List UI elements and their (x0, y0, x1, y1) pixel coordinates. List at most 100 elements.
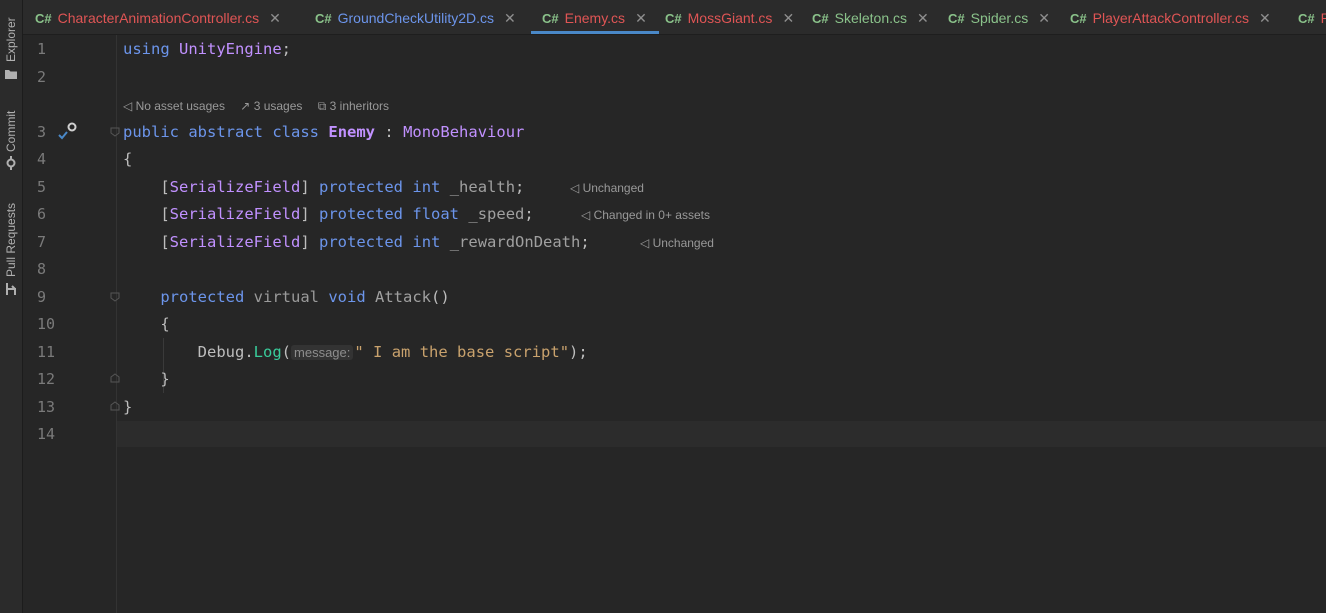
serialization-hint[interactable]: ◁ Unchanged (640, 236, 714, 250)
sidebar-item-label: Pull Requests (4, 202, 18, 277)
line-number: 7 (37, 233, 47, 251)
serialization-hint[interactable]: ◁ Unchanged (570, 181, 644, 195)
close-icon[interactable]: ✕ (782, 10, 794, 26)
sidebar-item-explorer[interactable]: Explorer (0, 0, 22, 85)
method-name: Attack (375, 288, 432, 306)
code-line-13: } (123, 398, 132, 416)
keyword: public (123, 123, 179, 141)
folder-icon (5, 70, 17, 79)
string-literal: " I am the base script" (354, 343, 570, 361)
namespace: UnityEngine (179, 40, 282, 58)
line-number: 12 (37, 370, 56, 388)
current-line-highlight (117, 421, 1326, 447)
serialization-hint[interactable]: ◁ Changed in 0+ assets (581, 208, 710, 222)
line-number: 14 (37, 425, 56, 443)
keyword: int (412, 178, 441, 196)
line-number: 4 (37, 150, 47, 168)
tab-spider[interactable]: C# Spider.cs ✕ (948, 0, 1050, 34)
close-icon[interactable]: ✕ (269, 10, 281, 26)
keyword: protected (319, 233, 404, 251)
close-icon[interactable]: ✕ (504, 10, 516, 26)
punctuation: ; (281, 40, 292, 58)
field-name: _health (449, 178, 516, 196)
close-icon[interactable]: ✕ (1259, 10, 1271, 26)
attribute-name: SerializeField (169, 178, 301, 196)
brace: { (160, 315, 170, 333)
asset-usages-hint[interactable]: ◁ No asset usages (123, 99, 225, 113)
code-line-4: { (123, 150, 132, 168)
brace: } (123, 398, 133, 416)
tab-ground-check-utility-2d[interactable]: C# GroundCheckUtility2D.cs ✕ (315, 0, 516, 34)
close-icon[interactable]: ✕ (917, 10, 929, 26)
line-number: 5 (37, 178, 47, 196)
punctuation: ] (300, 233, 310, 251)
punctuation: () (431, 288, 450, 306)
line-number: 3 (37, 123, 47, 141)
line-number: 13 (37, 398, 56, 416)
tab-label: GroundCheckUtility2D.cs (337, 10, 495, 26)
tab-skeleton[interactable]: C# Skeleton.cs ✕ (812, 0, 929, 34)
punctuation: ( (281, 343, 292, 361)
tab-character-animation-controller[interactable]: C# CharacterAnimationController.cs ✕ (35, 0, 281, 34)
tab-truncated[interactable]: C# P (1298, 0, 1326, 34)
field-name: _rewardOnDeath (449, 233, 581, 251)
punctuation: ] (300, 178, 310, 196)
tool-window-strip: Explorer Commit Pull Requests (0, 0, 23, 613)
line-number: 10 (37, 315, 56, 333)
tab-label: Skeleton.cs (834, 10, 907, 26)
code-line-10: { (123, 315, 170, 333)
attribute-name: SerializeField (169, 233, 301, 251)
keyword: class (272, 123, 320, 141)
attribute-name: SerializeField (169, 205, 301, 223)
line-number: 11 (37, 343, 56, 361)
asset-usages-label: No asset usages (135, 99, 225, 113)
commit-icon (6, 156, 16, 170)
field-name: _speed (468, 205, 525, 223)
close-icon[interactable]: ✕ (1038, 10, 1050, 26)
punctuation: ; (580, 233, 590, 251)
code-line-3: public abstract class Enemy : MonoBehavi… (123, 123, 524, 141)
tab-enemy[interactable]: C# Enemy.cs ✕ (531, 0, 659, 34)
serialization-hint-label: Unchanged (582, 181, 644, 195)
code-editor[interactable]: using UnityEngine; ◁ No asset usages ↗ 3… (117, 35, 1326, 613)
keyword: protected (160, 288, 245, 306)
tab-label: PlayerAttackController.cs (1092, 10, 1250, 26)
class-name: Enemy (328, 123, 376, 141)
close-icon[interactable]: ✕ (635, 10, 647, 26)
brace: } (160, 370, 170, 388)
sidebar-item-commit[interactable]: Commit (0, 100, 22, 175)
line-number: 8 (37, 260, 47, 278)
tab-moss-giant[interactable]: C# MossGiant.cs ✕ (665, 0, 794, 34)
brace: { (123, 150, 133, 168)
code-line-6: [SerializeField] protected float _speed; (123, 205, 533, 223)
line-number-gutter[interactable]: 1 2 3 4 5 6 7 8 9 10 11 12 13 14 (23, 35, 120, 613)
tab-label: MossGiant.cs (687, 10, 773, 26)
code-line-9: protected virtual void Attack() (123, 288, 450, 306)
code-line-11: Debug.Log(message: " I am the base script… (123, 343, 588, 361)
implemented-marker-icon[interactable] (57, 121, 81, 141)
keyword: protected (319, 205, 404, 223)
keyword: virtual (253, 288, 319, 306)
line-number: 1 (37, 40, 47, 58)
punctuation: [ (160, 205, 170, 223)
pull-request-icon (6, 283, 16, 295)
usages-hint[interactable]: ↗ 3 usages (240, 99, 302, 113)
keyword: protected (319, 178, 404, 196)
line-number: 2 (37, 68, 47, 86)
class-reference: Debug (197, 343, 245, 361)
serialization-hint-label: Unchanged (652, 236, 714, 250)
tab-label: CharacterAnimationController.cs (57, 10, 260, 26)
inheritors-hint[interactable]: ⧉ 3 inheritors (318, 99, 389, 113)
punctuation: [ (160, 178, 170, 196)
line-number: 6 (37, 205, 47, 223)
usages-label: 3 usages (253, 99, 303, 113)
csharp-file-icon: C# (1070, 11, 1087, 26)
csharp-file-icon: C# (542, 11, 559, 26)
punctuation: ); (569, 343, 588, 361)
csharp-file-icon: C# (665, 11, 682, 26)
sidebar-item-pull-requests[interactable]: Pull Requests (0, 195, 22, 300)
keyword: int (412, 233, 441, 251)
tab-player-attack-controller[interactable]: C# PlayerAttackController.cs ✕ (1070, 0, 1271, 34)
tab-label: Spider.cs (970, 10, 1029, 26)
keyword: float (412, 205, 460, 223)
